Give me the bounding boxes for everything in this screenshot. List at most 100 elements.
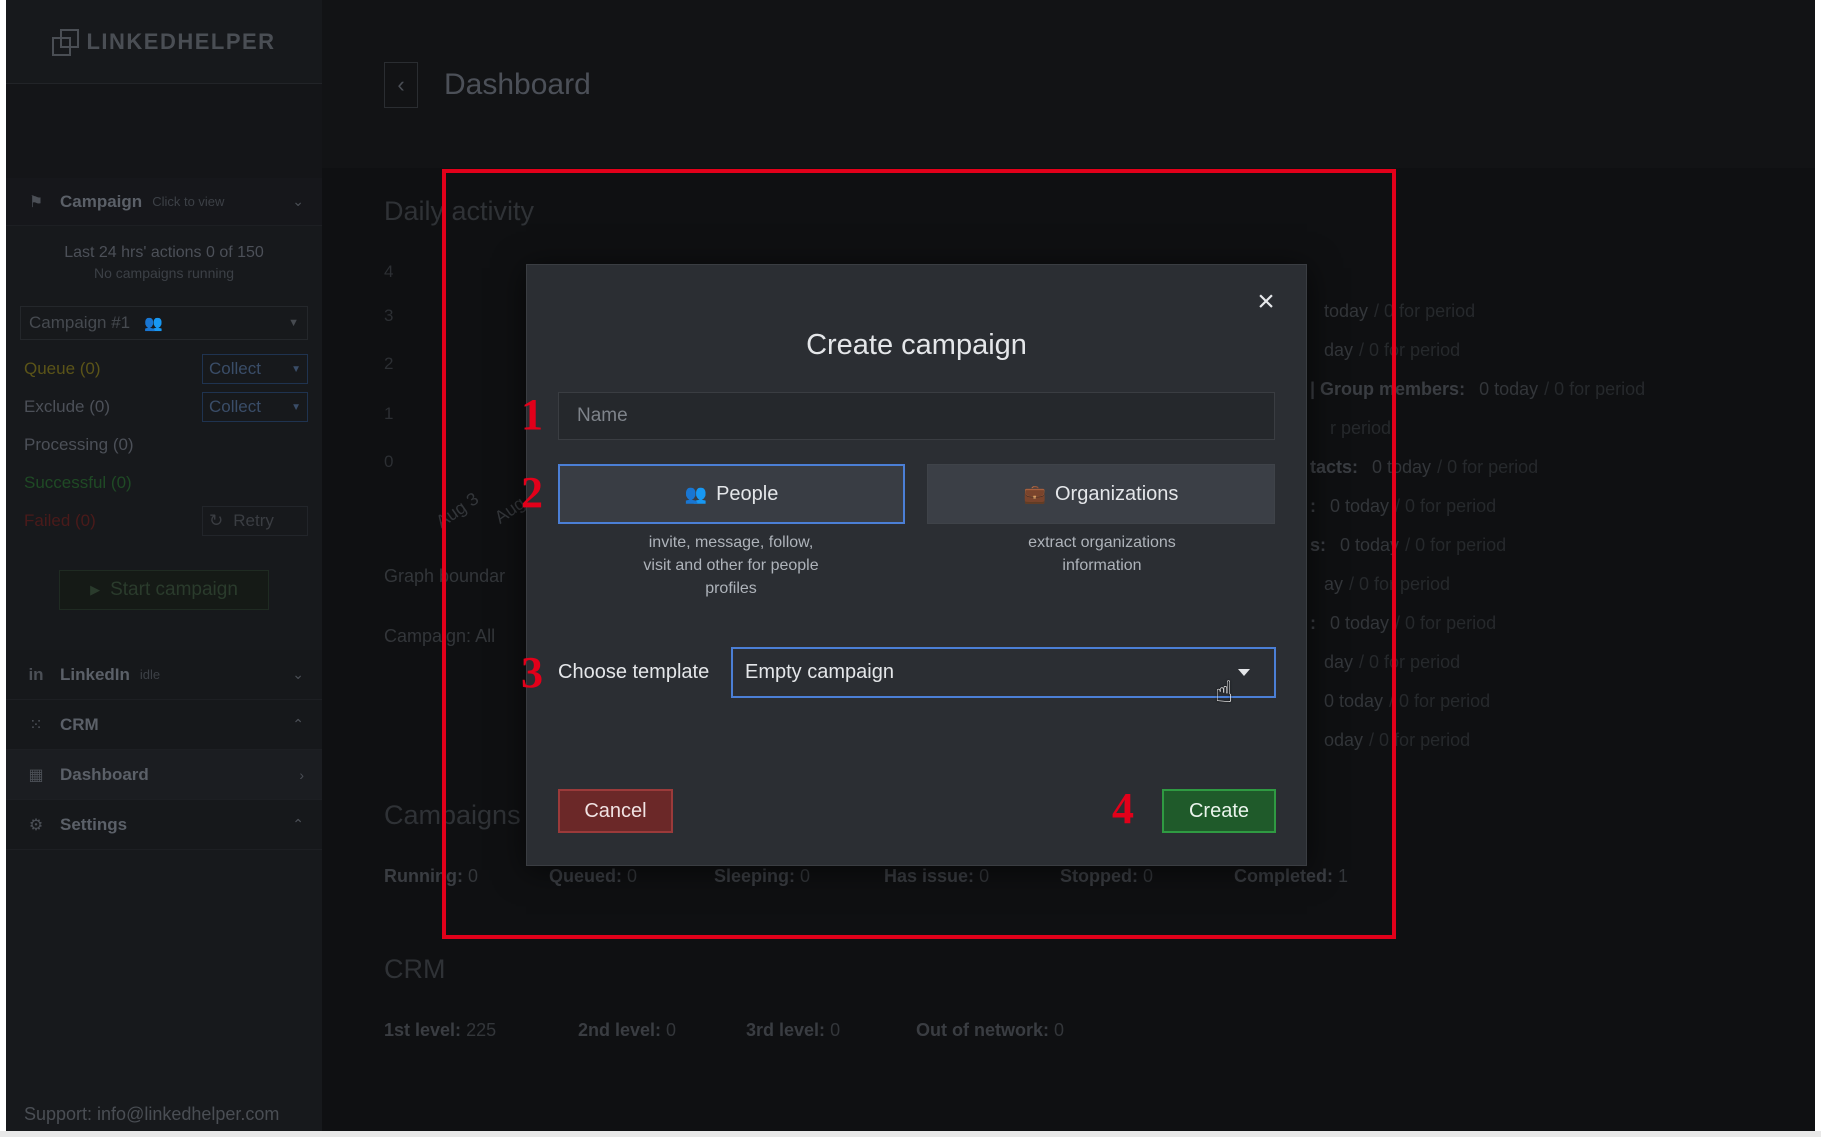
logo-text: LINKEDHELPER xyxy=(86,28,276,54)
sidebar-row-processing: Processing (0) xyxy=(6,426,322,464)
caret-down-icon xyxy=(1238,669,1250,676)
collect-label: Collect xyxy=(209,359,261,378)
organizations-type-label: Organizations xyxy=(1055,482,1179,505)
sidebar-section-hint: Click to view xyxy=(152,194,225,209)
logo-icon xyxy=(52,28,80,56)
briefcase-icon: 💼 xyxy=(1023,483,1046,504)
hand-cursor-icon: ☝ xyxy=(1215,676,1234,709)
crm-heading: CRM xyxy=(384,954,446,984)
queue-label: Queue (0) xyxy=(24,359,101,378)
back-button[interactable]: ‹ xyxy=(384,62,418,108)
activity-period: / 0 for period xyxy=(1389,691,1491,711)
stat-label: Out of network: xyxy=(916,1020,1049,1040)
caret-down-icon: ▼ xyxy=(291,363,301,375)
gear-icon: ⚙ xyxy=(28,816,44,834)
caret-down-icon: ▼ xyxy=(291,401,301,413)
activity-period: / 0 for period xyxy=(1395,613,1497,633)
campaign-select-value: Campaign #1 xyxy=(29,313,131,332)
stats-line: Last 24 hrs' actions 0 of 150 xyxy=(64,244,264,261)
y-tick: 4 xyxy=(384,262,394,281)
stat-value: 225 xyxy=(466,1020,497,1040)
sidebar-item-settings[interactable]: ⚙ Settings ⌃ xyxy=(6,800,322,850)
retry-button[interactable]: ↻ Retry xyxy=(202,506,308,536)
sidebar-item-crm[interactable]: ⁙ CRM ⌃ xyxy=(6,700,322,750)
create-button[interactable]: Create xyxy=(1162,789,1276,833)
organizations-type-description: extract organizations information xyxy=(1028,534,1176,574)
sidebar-item-dashboard[interactable]: ▦ Dashboard › xyxy=(6,750,322,800)
page-title: Dashboard xyxy=(444,68,591,101)
template-label: Choose template xyxy=(558,661,710,683)
start-campaign-button[interactable]: ▶ Start campaign xyxy=(59,570,269,610)
successful-label: Successful (0) xyxy=(24,473,132,492)
sidebar-stats: Last 24 hrs' actions 0 of 150 No campaig… xyxy=(6,226,322,284)
crm-stat-out-of-network: Out of network: 0 xyxy=(916,1020,1064,1041)
sidebar-section-title: Campaign xyxy=(60,191,143,211)
play-icon: ▶ xyxy=(90,582,101,597)
stat-label: 3rd level: xyxy=(746,1020,826,1040)
stat-value: 0 xyxy=(666,1020,677,1040)
refresh-icon: ↻ xyxy=(209,511,224,530)
flag-icon: ⚑ xyxy=(28,193,44,211)
people-icon: 👥 xyxy=(144,315,163,332)
sidebar-item-linkedin[interactable]: in LinkedIn idle ⌄ xyxy=(6,650,322,700)
chevron-down-icon: ⌄ xyxy=(292,193,304,209)
y-tick: 2 xyxy=(384,354,394,373)
sidebar-row-queue: Queue (0) Collect ▼ xyxy=(6,350,322,388)
collect-exclude-button[interactable]: Collect ▼ xyxy=(202,392,308,422)
campaign-name-input[interactable] xyxy=(558,392,1275,440)
nav-label: Settings xyxy=(60,814,128,834)
stat-label: 1st level: xyxy=(384,1020,462,1040)
people-icon: 👥 xyxy=(684,483,708,504)
step-marker-3: 3 xyxy=(521,648,543,697)
people-type-button[interactable]: 👥 People xyxy=(558,464,905,524)
stat-label: 2nd level: xyxy=(578,1020,662,1040)
template-select[interactable]: Empty campaign xyxy=(731,647,1276,698)
y-tick: 1 xyxy=(384,404,394,423)
chevron-down-icon: ⌄ xyxy=(292,666,304,682)
sidebar-nav: in LinkedIn idle ⌄ ⁙ CRM ⌃ ▦ Dashboard ›… xyxy=(6,650,322,850)
chevron-up-icon: ⌃ xyxy=(292,816,304,832)
dialog-title: Create campaign xyxy=(806,329,1027,361)
chevron-right-icon: › xyxy=(299,766,304,783)
organizations-type-button[interactable]: 💼 Organizations xyxy=(927,464,1275,524)
stat-value: 0 xyxy=(830,1020,841,1040)
sidebar-section-campaign[interactable]: ⚑ Campaign Click to view ⌄ xyxy=(6,178,322,226)
activity-today: 0 today xyxy=(1479,379,1539,399)
retry-label: Retry xyxy=(233,511,274,530)
close-icon[interactable]: × xyxy=(1254,287,1278,317)
activity-period: / 0 for period xyxy=(1544,379,1646,399)
campaign-select[interactable]: Campaign #1 👥 ▼ xyxy=(20,306,308,340)
create-campaign-dialog: × Create campaign 👥 People 💼 Organizatio… xyxy=(521,264,1307,866)
activity-period: / 0 for period xyxy=(1395,496,1497,516)
sidebar-row-failed: Failed (0) ↻ Retry xyxy=(6,502,322,540)
linkedin-icon: in xyxy=(28,664,44,684)
bottom-strip xyxy=(0,1131,1821,1137)
collect-label: Collect xyxy=(209,397,261,416)
crm-stat-2nd: 2nd level: 0 xyxy=(578,1020,676,1041)
stats-sub: No campaigns running xyxy=(93,265,235,281)
sidebar-spacer xyxy=(6,84,322,178)
people-type-label: People xyxy=(716,482,779,505)
sidebar-row-successful: Successful (0) xyxy=(6,464,322,502)
chevron-up-icon: ⌃ xyxy=(292,716,304,732)
nav-hint: idle xyxy=(139,667,161,682)
start-campaign-label: Start campaign xyxy=(110,579,238,600)
sidebar-row-exclude: Exclude (0) Collect ▼ xyxy=(6,388,322,426)
sidebar: LINKEDHELPER ⚑ Campaign Click to view ⌄ … xyxy=(6,0,322,1131)
processing-label: Processing (0) xyxy=(24,435,134,454)
crm-stat-3rd: 3rd level: 0 xyxy=(746,1020,840,1041)
crm-stat-1st: 1st level: 225 xyxy=(384,1020,496,1041)
step-marker-4: 4 xyxy=(1112,784,1134,833)
app-window: LINKEDHELPER ⚑ Campaign Click to view ⌄ … xyxy=(6,0,1815,1131)
stat-value: 0 xyxy=(1054,1020,1065,1040)
support-link[interactable]: Support: info@linkedhelper.com xyxy=(6,1097,322,1131)
people-type-description: invite, message, follow, visit and other… xyxy=(643,534,819,597)
cancel-button[interactable]: Cancel xyxy=(558,789,673,833)
failed-label: Failed (0) xyxy=(24,511,96,530)
activity-period: / 0 for period xyxy=(1405,535,1507,555)
template-select-value: Empty campaign xyxy=(745,661,894,683)
step-marker-1: 1 xyxy=(521,390,543,439)
collect-queue-button[interactable]: Collect ▼ xyxy=(202,354,308,384)
nav-label: Dashboard xyxy=(60,764,149,784)
step-marker-2: 2 xyxy=(521,468,543,517)
